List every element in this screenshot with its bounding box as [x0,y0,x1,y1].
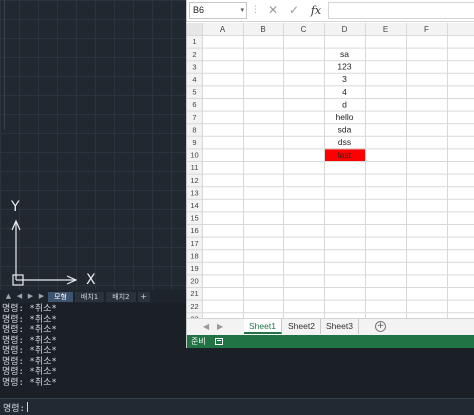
scroll-tabs-left-icon[interactable]: ◀ [203,319,209,335]
cell-d8[interactable]: sda [338,125,352,135]
cancel-icon[interactable]: ✕ [264,2,282,19]
row-header[interactable]: 9 [192,138,196,147]
layout-tab-bar: ▲ ◀ ▶ ▶ 모형 배치1 배치2 + [0,290,186,303]
row-header[interactable]: 11 [191,163,199,172]
command-line-input[interactable]: 명령: [0,398,474,415]
tab-first-icon[interactable]: ▲ [4,292,13,301]
macro-record-icon[interactable] [215,338,223,345]
tab-model[interactable]: 모형 [48,291,73,302]
scroll-tabs-right-icon[interactable]: ▶ [217,319,223,335]
row-header[interactable]: 14 [190,201,198,210]
column-header-bar [187,23,474,35]
command-prompt-label: 명령: [3,404,25,414]
add-layout-button[interactable]: + [137,291,150,302]
row-header[interactable]: 1 [192,37,196,46]
sheet-tab-sheet1[interactable]: Sheet1 [244,319,282,334]
row-header[interactable]: 10 [190,151,198,160]
tab-layout1[interactable]: 배치1 [74,291,105,302]
command-history-line: 명령: *취소* [2,335,57,346]
tab-layout2[interactable]: 배치2 [106,291,136,302]
command-history-line: 명령: *취소* [2,367,57,377]
command-history-line: 명령: *취소* [2,325,57,335]
row-header[interactable]: 12 [190,176,198,185]
row-header[interactable]: 22 [190,302,198,311]
column-header-c[interactable]: C [301,25,307,34]
row-header[interactable]: 13 [190,188,198,197]
cell-d5[interactable]: 4 [342,87,347,97]
select-all-button[interactable] [187,23,202,35]
ucs-icon [11,219,78,286]
chevron-down-icon[interactable]: ▾ [240,3,244,18]
column-header-e[interactable]: E [383,25,388,34]
command-history-line: 명령: *취소* [2,346,57,356]
more-options-icon: ⋮ [251,5,261,15]
column-header-f[interactable]: F [424,25,429,34]
sheet-tab-sheet3[interactable]: Sheet3 [321,319,359,334]
formula-bar: B6 ▾ ⋮ ✕ ✓ fx [187,0,474,22]
command-history-line: 명령: *취소* [2,304,57,314]
text-caret [26,402,28,412]
command-history-line: 명령: *취소* [2,356,57,367]
name-box-value: B6 [193,5,205,15]
worksheet-canvas[interactable]: A B C D E F1234567891011121314151617181920212… [187,23,474,318]
ucs-y-label: Y [11,199,20,215]
ucs-x-label: X [86,272,96,288]
row-header[interactable]: 7 [192,113,196,122]
check-icon[interactable]: ✓ [285,2,303,19]
status-bar: 준비 [187,335,474,348]
column-header-a[interactable]: A [220,25,226,34]
command-history: 명령: *취소* 명령: *취소* 명령: *취소* 명령: *취소* 명령: … [0,303,186,398]
row-header[interactable]: 4 [192,75,196,84]
command-area-extension [186,348,474,398]
insert-function-icon[interactable]: fx [307,2,325,19]
tab-prev-icon[interactable]: ◀ [15,292,24,301]
worksheet-grid[interactable]: A B C D E F 1 2 3 4 5 6 7 8 9 10 11 12 13 14 15 16 17 18 19 20 21 2… [187,23,474,318]
cell-d7[interactable]: hello [336,112,354,122]
row-header[interactable]: 20 [190,277,198,286]
command-history-line: 명령: *취소* [2,314,57,325]
add-sheet-button[interactable]: + [375,321,386,332]
row-header[interactable]: 19 [190,264,198,273]
tab-last-icon[interactable]: ▶ [37,292,46,301]
row-header[interactable]: 5 [192,88,196,97]
row-header[interactable]: 8 [192,125,196,134]
sheet-tab-bar: ◀ ▶ Sheet1 Sheet2 Sheet3 + [187,318,474,335]
formula-input[interactable] [328,2,474,19]
name-box[interactable]: B6 ▾ [189,2,247,19]
row-header[interactable]: 6 [192,100,196,109]
cell-d10[interactable]: last [338,150,352,160]
row-header[interactable]: 18 [190,251,198,260]
cell-d9[interactable]: dss [338,137,351,147]
sheet-tab-sheet2[interactable]: Sheet2 [283,319,321,334]
column-header-d[interactable]: D [342,25,348,34]
cell-d4[interactable]: 3 [342,74,347,84]
cell-d3[interactable]: 123 [337,62,351,72]
command-history-line: 명령: *취소* [2,377,57,388]
status-ready-label: 준비 [191,337,206,346]
row-header[interactable]: 16 [190,226,198,235]
column-header-b[interactable]: B [260,25,265,34]
cell-d2[interactable]: sa [340,49,349,59]
row-header[interactable]: 15 [190,214,198,223]
row-header[interactable]: 3 [192,62,196,71]
row-header[interactable]: 2 [192,50,196,59]
cell-d6[interactable]: d [342,99,347,109]
row-header[interactable]: 17 [190,239,198,248]
excel-window: B6 ▾ ⋮ ✕ ✓ fx A B C D E F 1 2 3 4 5 6 7 8 9 10 11 12 13 14 1… [186,0,474,348]
tab-next-icon[interactable]: ▶ [26,292,35,301]
row-header[interactable]: 21 [190,289,198,298]
